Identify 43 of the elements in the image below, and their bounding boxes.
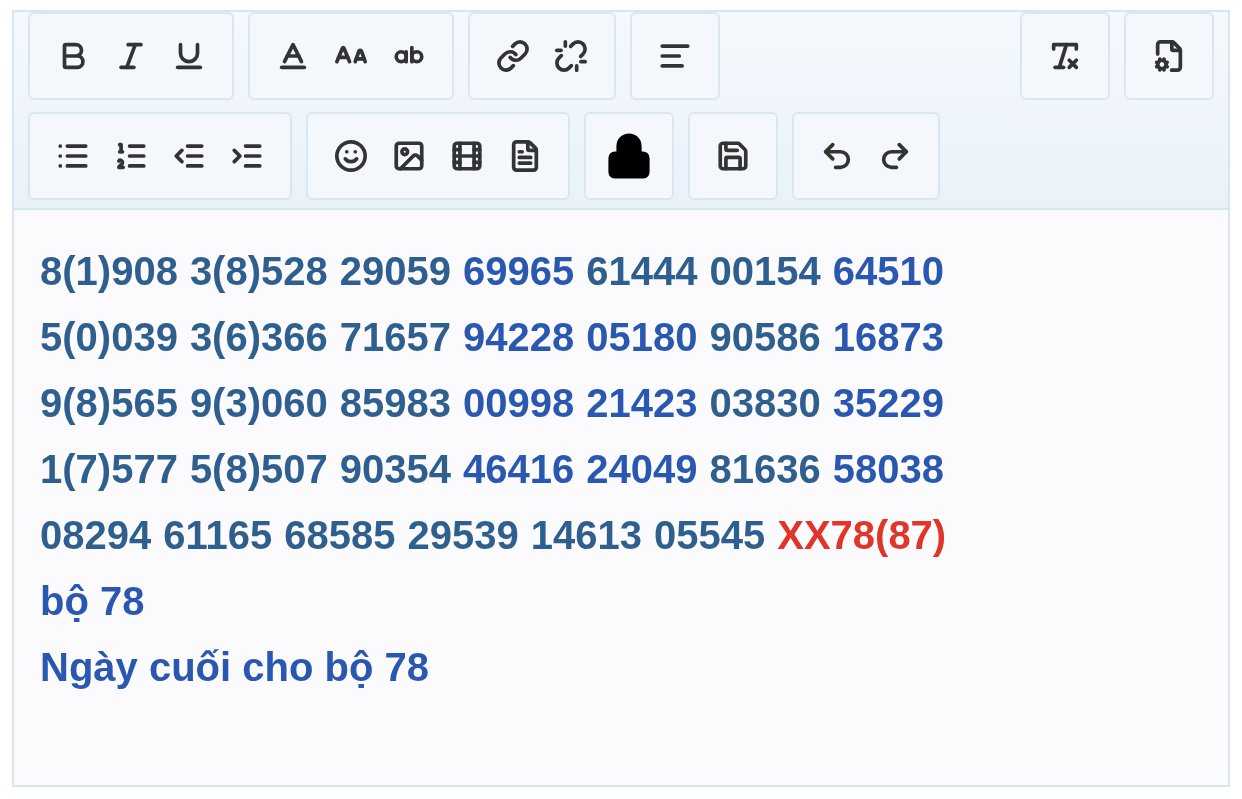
content-text: 61444 xyxy=(586,251,698,291)
content-text: 21423 xyxy=(586,383,698,423)
link-icon xyxy=(496,39,530,73)
content-text: 8(1)908 xyxy=(40,251,178,291)
content-text: 24049 xyxy=(586,449,698,489)
content-text: 9(3)060 xyxy=(189,383,328,423)
content-text: 94228 xyxy=(463,317,575,357)
content-text: 05180 xyxy=(586,317,698,357)
content-text: 3(6)366 xyxy=(189,317,328,357)
content-text: 29539 xyxy=(407,515,519,555)
smiley-icon xyxy=(334,139,368,173)
content-text: 64510 xyxy=(832,251,944,291)
content-text: 1(7)577 xyxy=(40,449,178,489)
content-text: bộ 78 xyxy=(40,581,145,621)
content-text: 08294 xyxy=(40,515,152,555)
content-text: 35229 xyxy=(832,383,944,423)
image-icon xyxy=(392,139,426,173)
content-text: 90586 xyxy=(709,317,821,357)
content-text: 5(8)507 xyxy=(189,449,328,489)
content-text: 9(8)565 xyxy=(40,383,178,423)
content-text: 46416 xyxy=(463,449,575,489)
content-text: 00154 xyxy=(709,251,821,291)
content-text: 81636 xyxy=(709,449,821,489)
content-text: 16873 xyxy=(832,317,944,357)
content-text: 71657 xyxy=(339,317,451,357)
content-text: 29059 xyxy=(339,251,451,291)
content-text: 61165 xyxy=(163,515,273,555)
content-text: 05545 xyxy=(653,515,766,555)
content-text: 5(0)039 xyxy=(40,317,178,357)
content-text: 69965 xyxy=(463,251,575,291)
unlink-icon xyxy=(554,39,588,73)
content-text: 68585 xyxy=(284,515,396,555)
content-text: 14613 xyxy=(530,515,642,555)
content-text: 90354 xyxy=(339,449,451,489)
content-text: XX78(87) xyxy=(777,515,947,555)
content-text: 3(8)528 xyxy=(189,251,328,291)
content-text: 00998 xyxy=(463,383,575,423)
film-icon xyxy=(450,139,484,173)
content-text: 58038 xyxy=(832,449,944,489)
content-text: Ngày cuối cho bộ 78 xyxy=(40,647,429,687)
content-text: 03830 xyxy=(709,383,821,423)
content-text: 85983 xyxy=(339,383,451,423)
lock-icon xyxy=(605,132,653,180)
